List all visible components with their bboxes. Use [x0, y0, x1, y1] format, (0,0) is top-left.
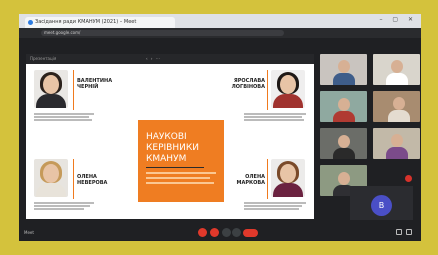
camera-button[interactable] — [210, 228, 219, 237]
subtitle-text-line — [146, 177, 210, 179]
participant-tile[interactable] — [320, 91, 367, 122]
clothes — [36, 94, 66, 108]
name-line: ЛОГВІНОВА — [231, 84, 265, 90]
participant-tile[interactable] — [373, 54, 420, 85]
person-photo — [34, 159, 68, 197]
person-photo — [34, 70, 68, 108]
present-button[interactable] — [232, 228, 241, 237]
participant-tile[interactable] — [373, 128, 420, 159]
person-name: ОЛЕНА НЕВЕРОВА — [77, 174, 107, 186]
url-field[interactable]: meet.google.com/ — [41, 30, 284, 36]
browser-tab[interactable]: Засідання ради КМАНУМ (2021) – Meet — [25, 17, 175, 28]
person-description — [34, 112, 96, 122]
title-underline — [146, 167, 204, 168]
person-description — [244, 112, 306, 122]
user-avatar[interactable]: В — [371, 195, 392, 216]
person-photo — [271, 159, 305, 197]
presentation-slide: ВАЛЕНТИНА ЧЕРНІЙ ЯРОСЛАВА ЛОГВІНОВА ОЛЕН… — [26, 64, 314, 219]
slide-title-line: КЕРІВНИКИ — [146, 143, 199, 153]
person-photo — [271, 70, 305, 108]
recording-indicator — [405, 175, 412, 182]
meeting-label: Meet — [24, 230, 34, 235]
people-icon[interactable] — [406, 229, 412, 235]
name-line: МАРКОВА — [236, 180, 265, 186]
participant-tile[interactable] — [373, 91, 420, 122]
divider-line — [267, 159, 268, 199]
participant-tile[interactable] — [320, 54, 367, 85]
meeting-control-bar: Meet — [19, 225, 421, 241]
browser-tab-bar: Засідання ради КМАНУМ (2021) – Meet – ▢ … — [19, 14, 421, 28]
divider-line — [73, 159, 74, 199]
slide-title-box: НАУКОВІ КЕРІВНИКИ КМАНУМ — [138, 120, 224, 202]
subtitle-text-line — [146, 172, 216, 174]
captions-button[interactable] — [222, 228, 231, 237]
participant-tile[interactable] — [320, 128, 367, 159]
address-bar: meet.google.com/ — [19, 28, 421, 38]
clothes — [273, 94, 303, 108]
slide-title-line: КМАНУМ — [146, 154, 187, 164]
window-controls[interactable]: – ▢ ✕ — [379, 16, 417, 23]
presentation-toolbar: Презентація ‹ › ⋯ — [26, 54, 314, 64]
hang-up-button[interactable] — [243, 229, 258, 237]
person-name: ОЛЕНА МАРКОВА — [231, 174, 265, 186]
person-name: ЯРОСЛАВА ЛОГВІНОВА — [231, 78, 265, 90]
face — [280, 164, 296, 183]
microphone-button[interactable] — [198, 228, 207, 237]
info-icon[interactable] — [396, 229, 402, 235]
meet-icon — [28, 20, 33, 25]
presentation-label: Презентація — [30, 56, 57, 61]
person-description — [34, 201, 96, 211]
face — [43, 164, 59, 183]
name-line: НЕВЕРОВА — [77, 180, 108, 186]
face — [280, 75, 296, 94]
divider-line — [73, 70, 74, 110]
screen: Засідання ради КМАНУМ (2021) – Meet – ▢ … — [19, 14, 421, 241]
person-description — [244, 201, 306, 211]
tab-title: Засідання ради КМАНУМ (2021) – Meet — [35, 19, 137, 25]
face — [43, 75, 59, 94]
slide-nav-controls[interactable]: ‹ › ⋯ — [146, 56, 161, 61]
clothes — [36, 183, 66, 197]
slide-title-line: НАУКОВІ — [146, 132, 187, 142]
subtitle-text-line — [146, 182, 214, 184]
person-name: ВАЛЕНТИНА ЧЕРНІЙ — [77, 78, 112, 90]
divider-line — [267, 70, 268, 110]
clothes — [273, 183, 303, 197]
name-line: ЧЕРНІЙ — [77, 84, 99, 90]
